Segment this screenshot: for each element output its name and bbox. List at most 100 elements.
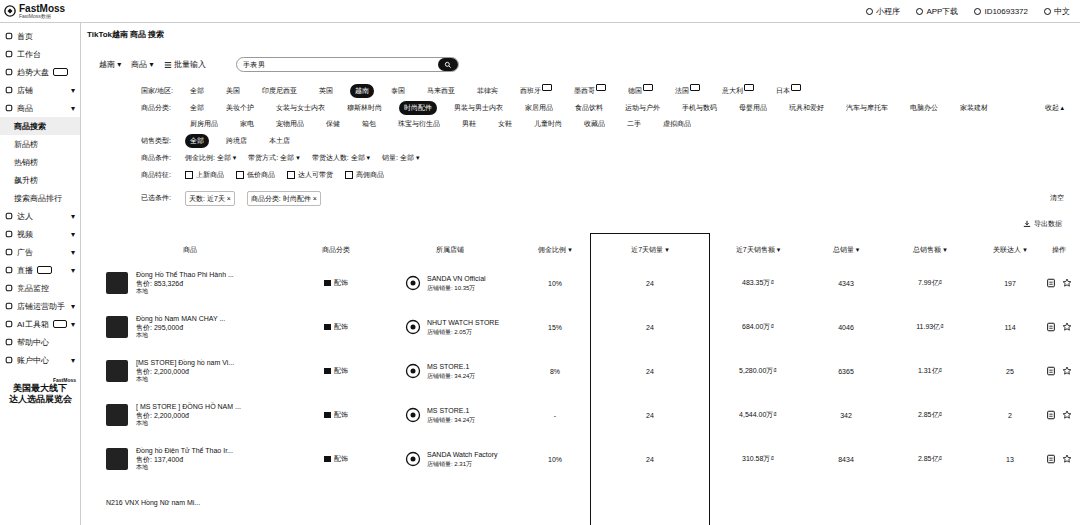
table-row[interactable]: [ MS STORE ] ĐỒNG HỒ NAM ...售价: 2,200,00… (87, 393, 1072, 437)
category-option[interactable]: 珠宝与衍生品 (393, 117, 445, 131)
detail-icon[interactable] (1046, 322, 1056, 332)
category-option[interactable]: 时尚配件 (399, 101, 437, 115)
star-icon[interactable] (1062, 322, 1072, 332)
category-option[interactable]: 箱包 (357, 117, 381, 131)
category-option[interactable]: 食品饮料 (570, 101, 608, 115)
product-title[interactable]: Đồng hồ Điện Tử Thể Thao Ir... (136, 446, 233, 455)
shop-name[interactable]: SANDA VN Official (427, 274, 486, 284)
export-button[interactable]: 导出数据 (1023, 219, 1062, 229)
product-title[interactable]: Đồng Hồ Thể Thao Phi Hành ... (136, 270, 234, 279)
condition-dropdown[interactable]: 销量: 全部 ▾ (382, 151, 419, 165)
sidebar-item[interactable]: AI工具箱▾ (0, 315, 80, 333)
feature-checkbox[interactable]: 高佣商品 (345, 168, 384, 182)
condition-dropdown[interactable]: 带货方式: 全部 ▾ (248, 151, 299, 165)
feature-checkbox[interactable]: 上新商品 (185, 168, 224, 182)
country-option[interactable]: 英国 (314, 84, 338, 98)
table-row[interactable]: Đồng hồ Điện Tử Thể Thao Ir...售价: 137,40… (87, 437, 1072, 481)
product-image[interactable] (106, 448, 128, 470)
search-select[interactable]: 越南 ▾ (99, 59, 121, 70)
sidebar-item[interactable]: 工作台 (0, 45, 80, 63)
table-row[interactable]: Đồng Hồ Thể Thao Phi Hành ...售价: 853,326… (87, 261, 1072, 305)
country-option[interactable]: 泰国 (386, 84, 410, 98)
product-image[interactable] (106, 404, 128, 426)
search-input[interactable]: 手表 男 (236, 57, 459, 72)
category-option[interactable]: 儿童时尚 (529, 117, 567, 131)
sidebar-item[interactable]: 趋势大盘 (0, 63, 80, 81)
column-header[interactable]: 关联达人 ▾ (974, 233, 1046, 261)
top-action[interactable]: 中文 (1044, 6, 1070, 17)
detail-icon[interactable] (1046, 410, 1056, 420)
sidebar-item[interactable]: 新品榜 (0, 135, 80, 153)
country-option[interactable]: 墨西哥 (569, 84, 611, 98)
column-header[interactable]: 商品分类 (292, 233, 380, 261)
logo[interactable]: FastMossFastMoss数据 (4, 4, 65, 19)
shop-name[interactable]: NHUT WATCH STORE (427, 318, 499, 328)
column-header[interactable]: 总销量 ▾ (806, 233, 886, 261)
category-option[interactable]: 手机与数码 (677, 101, 722, 115)
column-header[interactable]: 总销售额 ▾ (886, 233, 974, 261)
sidebar-item[interactable]: 飙升榜 (0, 171, 80, 189)
condition-dropdown[interactable]: 佣金比例: 全部 ▾ (185, 151, 236, 165)
country-option[interactable]: 马来西亚 (422, 84, 460, 98)
top-action[interactable]: ID10693372 (974, 6, 1028, 17)
country-option[interactable]: 全部 (185, 84, 209, 98)
category-option[interactable]: 男鞋 (457, 117, 481, 131)
shop-name[interactable]: MS STORE.1 (427, 362, 475, 372)
batch-input-button[interactable]: 批量输入 (164, 59, 206, 70)
sidebar-item[interactable]: 直播▾ (0, 261, 80, 279)
search-select[interactable]: 商品 ▾ (131, 59, 153, 70)
selected-chip[interactable]: 天数: 近7天 × (185, 191, 235, 206)
star-icon[interactable] (1062, 278, 1072, 288)
feature-checkbox[interactable]: 达人可带货 (287, 168, 333, 182)
checkbox[interactable] (287, 171, 295, 179)
country-option[interactable]: 日本 (771, 84, 806, 98)
category-option[interactable]: 全部 (185, 101, 209, 115)
shop-name[interactable]: SANDA Watch Factory (427, 450, 498, 460)
category-option[interactable]: 收藏品 (579, 117, 610, 131)
category-option[interactable]: 虚拟商品 (658, 117, 696, 131)
category-option[interactable]: 女鞋 (493, 117, 517, 131)
shop-name[interactable]: MS STORE.1 (427, 406, 475, 416)
condition-dropdown[interactable]: 带货达人数: 全部 ▾ (312, 151, 370, 165)
category-option[interactable]: 家装建材 (955, 101, 993, 115)
detail-icon[interactable] (1046, 454, 1056, 464)
top-action[interactable]: APP下载 (916, 6, 958, 17)
country-option[interactable]: 菲律宾 (472, 84, 503, 98)
sidebar-item[interactable]: 账户中心▾ (0, 351, 80, 369)
sidebar-item[interactable]: 商品搜索 (0, 117, 80, 135)
country-option[interactable]: 印度尼西亚 (257, 84, 302, 98)
category-option[interactable]: 穆斯林时尚 (342, 101, 387, 115)
star-icon[interactable] (1062, 366, 1072, 376)
category-option[interactable]: 保健 (321, 117, 345, 131)
sidebar-item[interactable]: 达人▾ (0, 207, 80, 225)
sidebar-item[interactable]: 搜索商品排行 (0, 189, 80, 207)
sidebar-item[interactable]: 视频▾ (0, 225, 80, 243)
product-image[interactable] (106, 316, 128, 338)
clear-button[interactable]: 清空 (1050, 191, 1064, 205)
sidebar-item[interactable]: 首页 (0, 27, 80, 45)
category-option[interactable]: 男装与男士内衣 (449, 101, 508, 115)
category-option[interactable]: 母婴用品 (734, 101, 772, 115)
table-row[interactable]: Đồng hồ Nam MAN CHAY ...售价: 295,000đ本地配饰… (87, 305, 1072, 349)
product-image[interactable] (106, 360, 128, 382)
sidebar-item[interactable]: 店铺运营助手▾ (0, 297, 80, 315)
category-option[interactable]: 电脑办公 (905, 101, 943, 115)
product-image[interactable] (106, 272, 128, 294)
category-option[interactable]: 厨房用品 (185, 117, 223, 131)
search-button[interactable] (438, 58, 458, 71)
category-option[interactable]: 二手 (622, 117, 646, 131)
column-header[interactable]: 佣金比例 ▾ (520, 233, 590, 261)
table-row[interactable]: [MS STORE] Đồng hồ nam Vi...售价: 2,200,00… (87, 349, 1072, 393)
column-header[interactable]: 近7天销量 ▾ (590, 233, 710, 261)
country-option[interactable]: 美国 (221, 84, 245, 98)
category-option[interactable]: 女装与女士内衣 (271, 101, 330, 115)
checkbox[interactable] (236, 171, 244, 179)
collapse-button[interactable]: 收起 ▴ (1045, 101, 1064, 115)
table-row[interactable]: N216 VNX Hồng Nữ nam Mi... (87, 481, 1072, 525)
feature-checkbox[interactable]: 低价商品 (236, 168, 275, 182)
sales-type-option[interactable]: 全部 (185, 134, 209, 148)
star-icon[interactable] (1062, 410, 1072, 420)
detail-icon[interactable] (1046, 366, 1056, 376)
category-option[interactable]: 汽车与摩托车 (841, 101, 893, 115)
checkbox[interactable] (345, 171, 353, 179)
